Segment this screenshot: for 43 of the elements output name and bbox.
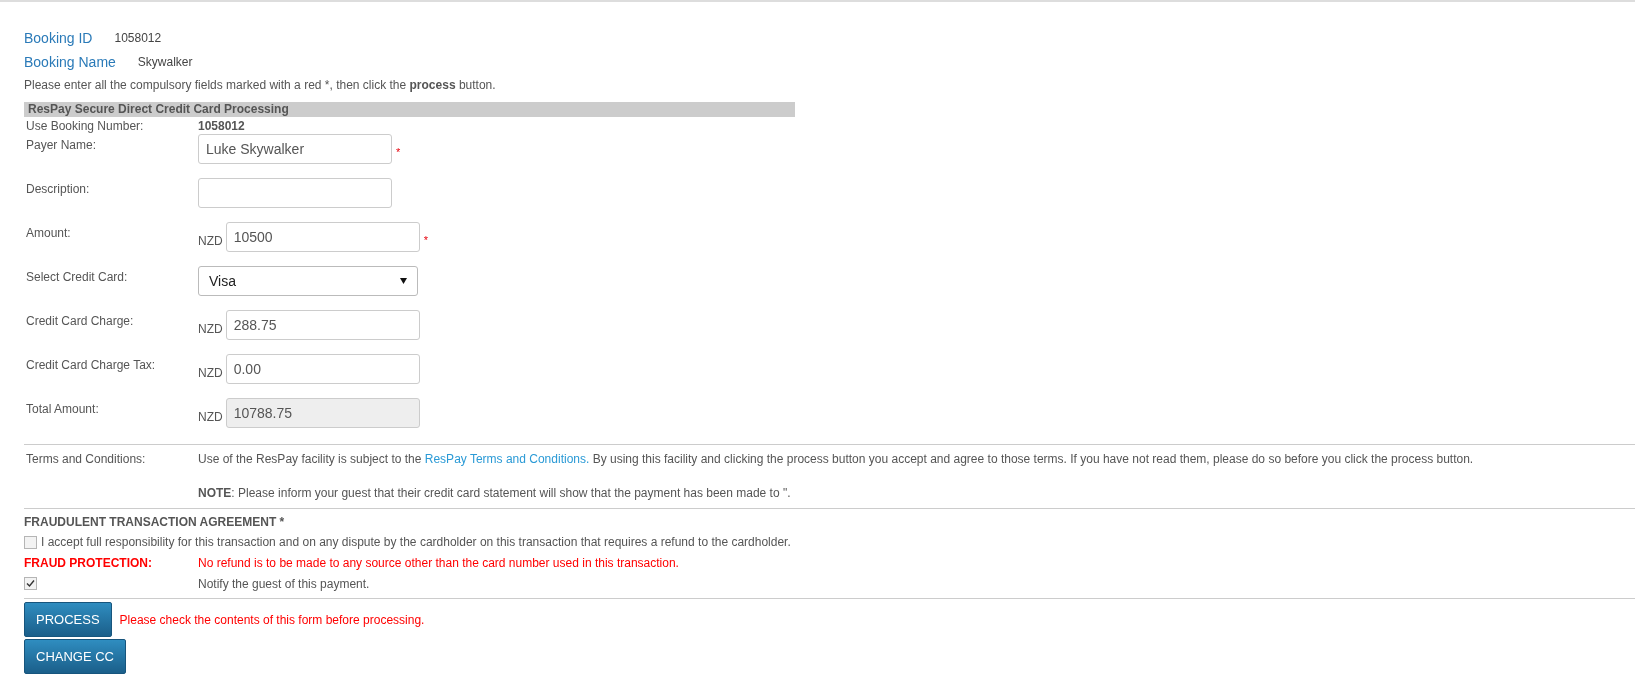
fraud-label: FRAUD PROTECTION: [24,555,153,572]
instruction-text: Please enter all the compulsory fields marked with a red *, then click the process button. [24,77,497,94]
input-field[interactable]: 0.00 [225,354,420,384]
booking-label: Booking ID [24,28,93,48]
currency-label: NZD [198,233,223,250]
agreement-title: FRAUDULENT TRANSACTION AGREEMENT * [24,514,286,531]
credit-card-select[interactable]: Visa [198,266,418,296]
note-text: NOTE: Please inform your guest that their credit card statement will show that the payment has been made to ". [198,485,792,502]
field-label: Description: [26,181,91,198]
notify-text: Notify the guest of this payment. [198,576,370,593]
field-label: Use Booking Number: [26,117,145,135]
fraud-text: No refund is to be made to any source other than the card number used in this transaction. [198,555,679,572]
section-header: ResPay Secure Direct Credit Card Processing [24,102,795,117]
required-mark: * [396,144,401,160]
field-label: Total Amount: [26,401,100,418]
currency-label: NZD [198,409,223,426]
field-label: Terms and Conditions: [26,451,147,468]
booking-number: 1058012 [198,117,245,135]
currency-label: NZD [198,365,223,382]
input-field[interactable]: 10500 [225,222,420,252]
input-field[interactable]: Luke Skywalker [198,134,392,164]
input-field[interactable]: 288.75 [225,310,420,340]
booking-value: Skywalker [137,54,193,71]
change-card-button[interactable]: CHANGE CC [24,639,126,674]
dropdown-caret-icon [400,278,407,284]
field-label: Select Credit Card: [26,269,129,286]
field-label: Amount: [26,225,72,242]
checkbox[interactable] [24,577,37,590]
warning-text: Please check the contents of this form before processing. [119,611,425,629]
booking-value: 1058012 [114,30,162,47]
terms-text: Use of the ResPay facility is subject to the ResPay Terms and Conditions. By using this facility and clicking the process button you accept and agree to those terms. If you have not read them, please do so before you click the process button. [198,451,1474,468]
booking-label: Booking Name [24,52,116,72]
process-button[interactable]: PROCESS [24,602,112,637]
checkmark-icon [26,579,35,588]
field-label: Credit Card Charge Tax: [26,357,157,374]
required-mark: * [423,232,428,248]
field-label: Payer Name: [26,137,98,154]
field-label: Credit Card Charge: [26,313,135,330]
currency-label: NZD [198,321,223,338]
agreement-text: I accept full responsibility for this transaction and on any dispute by the cardholder on this transaction that requires a refund to the cardholder. [41,534,791,551]
checkbox[interactable] [24,535,37,549]
input-field[interactable]: 10788.75 [225,398,420,428]
input-field[interactable] [198,178,392,208]
